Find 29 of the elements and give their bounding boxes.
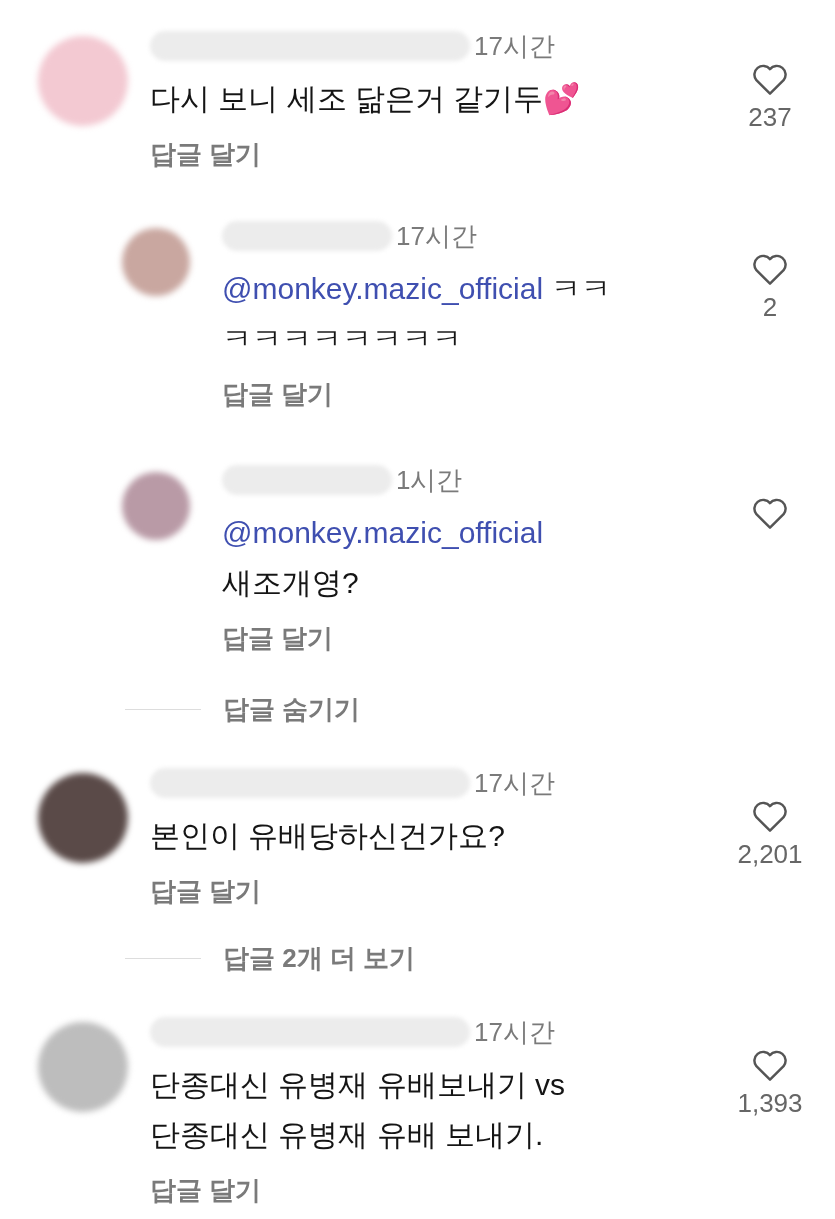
mention-link[interactable]: @monkey.mazic_official	[222, 272, 544, 305]
reply-link[interactable]: 답글 달기	[150, 132, 262, 176]
timestamp: 17시간	[474, 1015, 555, 1049]
comment-text: @monkey.mazic_official 새조개영?	[222, 515, 544, 601]
heart-icon[interactable]	[751, 799, 789, 833]
reply-link[interactable]: 답글 달기	[150, 869, 262, 913]
timestamp: 1시간	[396, 463, 463, 497]
thread-toggle-link[interactable]: 답글 숨기기	[223, 692, 361, 727]
comment-text: @monkey.mazic_official ㅋㅋ ㅋㅋㅋㅋㅋㅋㅋㅋ	[222, 271, 612, 357]
timestamp: 17시간	[474, 766, 555, 800]
comment-text: 단종대신 유병재 유배보내기 vs 단종대신 유병재 유배 보내기.	[150, 1067, 565, 1153]
reply-link[interactable]: 답글 달기	[222, 372, 334, 416]
mention-link[interactable]: @monkey.mazic_official	[222, 516, 544, 549]
heart-icon[interactable]	[751, 1048, 789, 1082]
thread-toggle-link[interactable]: 답글 2개 더 보기	[223, 941, 416, 976]
comment-text: 다시 보니 세조 닮은거 같기두💕	[150, 81, 581, 117]
like-count: 1,393	[737, 1088, 803, 1119]
heart-icon[interactable]	[751, 252, 789, 286]
timestamp: 17시간	[396, 219, 477, 253]
like-count: 237	[748, 102, 792, 133]
like-count: 2	[762, 292, 778, 323]
reply-link[interactable]: 답글 달기	[150, 1168, 262, 1212]
timestamp: 17시간	[474, 29, 555, 63]
heart-icon[interactable]	[751, 496, 789, 530]
avatar[interactable]	[38, 773, 128, 863]
reply-link[interactable]: 답글 달기	[222, 616, 334, 660]
like-count: 2,201	[737, 839, 803, 870]
comment-text: 본인이 유배당하신건가요?	[150, 818, 506, 854]
heart-icon[interactable]	[751, 62, 789, 96]
